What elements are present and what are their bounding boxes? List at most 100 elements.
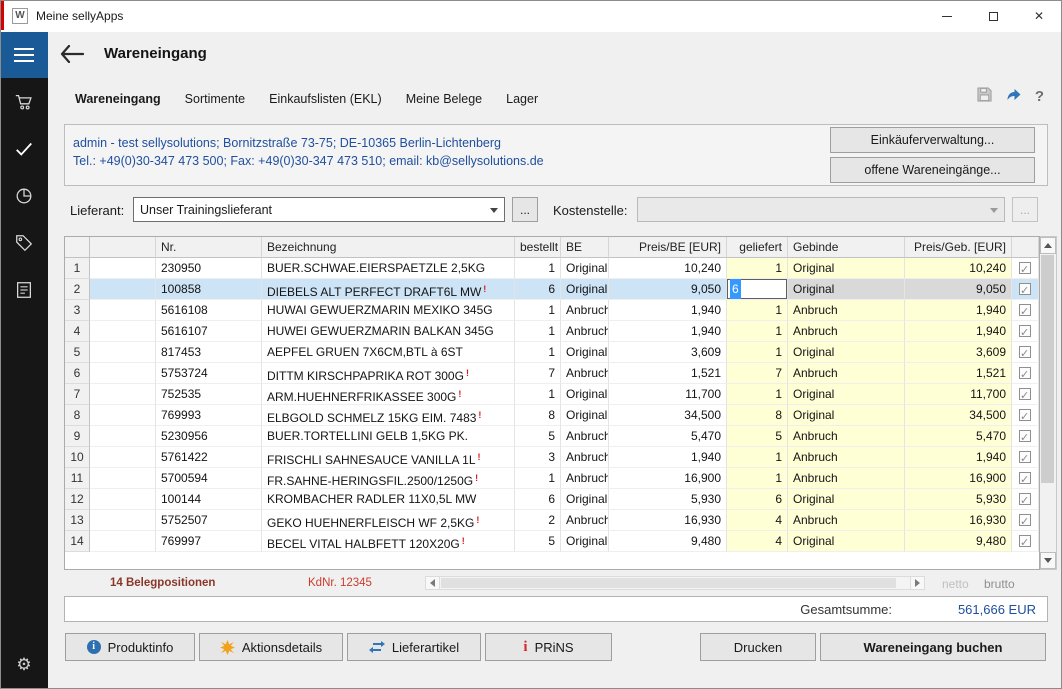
save-button[interactable]	[977, 87, 992, 107]
cell-edit-flag[interactable]	[1012, 363, 1039, 384]
cell-geliefert[interactable]: 8	[727, 405, 788, 426]
cell-gebinde[interactable]: Anbruch	[788, 300, 905, 321]
cell-preis-geb[interactable]: 9,480	[905, 531, 1012, 552]
einkaeuferverwaltung-button[interactable]: Einkäuferverwaltung...	[830, 127, 1035, 153]
table-row[interactable]: 135752507GEKO HUEHNERFLEISCH WF 2,5KG!2A…	[65, 510, 1039, 531]
cell-bestellt[interactable]: 3	[515, 447, 561, 468]
row-edit-checkbox-icon[interactable]	[1019, 283, 1031, 295]
scroll-down-button[interactable]	[1040, 552, 1056, 569]
scroll-right-button[interactable]	[910, 577, 924, 589]
table-row[interactable]: 65753724DITTM KIRSCHPAPRIKA ROT 300G!7An…	[65, 363, 1039, 384]
sidebar-item-statistics[interactable]	[0, 172, 48, 219]
row-edit-checkbox-icon[interactable]	[1019, 346, 1031, 358]
brutto-label[interactable]: brutto	[984, 577, 1015, 591]
cell-preis-be[interactable]: 5,930	[609, 489, 727, 510]
cell-edit-flag[interactable]	[1012, 405, 1039, 426]
cell-nr[interactable]: 5761422	[156, 447, 262, 468]
cell-geliefert[interactable]: 6	[727, 489, 788, 510]
row-edit-checkbox-icon[interactable]	[1019, 367, 1031, 379]
cell-gebinde[interactable]: Original	[788, 279, 905, 300]
cell-bestellt[interactable]: 1	[515, 321, 561, 342]
cell-preis-geb[interactable]: 16,900	[905, 468, 1012, 489]
table-row[interactable]: 95230956BUER.TORTELLINI GELB 1,5KG PK.5A…	[65, 426, 1039, 447]
cell-bestellt[interactable]: 7	[515, 363, 561, 384]
cell-gebinde[interactable]: Anbruch	[788, 363, 905, 384]
cell-bezeichnung[interactable]: HUWAI GEWUERZMARIN MEXIKO 345G	[262, 300, 515, 321]
cell-preis-be[interactable]: 1,521	[609, 363, 727, 384]
cell-edit-flag[interactable]	[1012, 531, 1039, 552]
offene-wareneingaenge-button[interactable]: offene Wareneingänge...	[830, 157, 1035, 183]
cell-geliefert[interactable]: 1	[727, 384, 788, 405]
cell-be[interactable]: Original	[561, 489, 609, 510]
aktionsdetails-button[interactable]: Aktionsdetails	[199, 633, 343, 661]
row-edit-checkbox-icon[interactable]	[1019, 409, 1031, 421]
cell-gebinde[interactable]: Anbruch	[788, 468, 905, 489]
cell-preis-be[interactable]: 1,940	[609, 447, 727, 468]
cell-be[interactable]: Anbruch	[561, 468, 609, 489]
header-bestellt[interactable]: bestellt	[515, 237, 561, 258]
table-row[interactable]: 105761422FRISCHLI SAHNESAUCE VANILLA 1L!…	[65, 447, 1039, 468]
tab-meine-belege[interactable]: Meine Belege	[406, 92, 482, 106]
sidebar-item-wareneingang[interactable]	[0, 125, 48, 172]
cell-be[interactable]: Anbruch	[561, 363, 609, 384]
header-geliefert[interactable]: geliefert	[727, 237, 788, 258]
cell-geliefert[interactable]: 1	[727, 447, 788, 468]
cell-nr[interactable]: 5616108	[156, 300, 262, 321]
cell-be[interactable]: Original	[561, 531, 609, 552]
cell-edit-flag[interactable]	[1012, 426, 1039, 447]
cell-bezeichnung[interactable]: FR.SAHNE-HERINGSFIL.2500/1250G!	[262, 468, 515, 489]
drucken-button[interactable]: Drucken	[700, 633, 816, 661]
header-be[interactable]: BE	[561, 237, 609, 258]
cell-be[interactable]: Anbruch	[561, 510, 609, 531]
cell-preis-geb[interactable]: 1,940	[905, 321, 1012, 342]
cell-preis-be[interactable]: 5,470	[609, 426, 727, 447]
cell-geliefert[interactable]: 6	[727, 279, 788, 300]
header-preis-be[interactable]: Preis/BE [EUR]	[609, 237, 727, 258]
cell-gebinde[interactable]: Anbruch	[788, 447, 905, 468]
cell-be[interactable]: Anbruch	[561, 447, 609, 468]
tab-wareneingang[interactable]: Wareneingang	[75, 92, 161, 106]
cell-edit-flag[interactable]	[1012, 510, 1039, 531]
cell-gebinde[interactable]: Original	[788, 384, 905, 405]
table-row[interactable]: 8769993ELBGOLD SCHMELZ 15KG EIM. 7483!8O…	[65, 405, 1039, 426]
tab-sortimente[interactable]: Sortimente	[185, 92, 245, 106]
cell-nr[interactable]: 769993	[156, 405, 262, 426]
cell-preis-geb[interactable]: 5,470	[905, 426, 1012, 447]
cell-bestellt[interactable]: 1	[515, 384, 561, 405]
cell-bestellt[interactable]: 6	[515, 489, 561, 510]
tab-lager[interactable]: Lager	[506, 92, 538, 106]
sidebar-item-cart[interactable]	[0, 78, 48, 125]
cell-bestellt[interactable]: 1	[515, 468, 561, 489]
table-row[interactable]: 5817453AEPFEL GRUEN 7X6CM,BTL à 6ST1Orig…	[65, 342, 1039, 363]
header-gebinde[interactable]: Gebinde	[788, 237, 905, 258]
cell-be[interactable]: Original	[561, 384, 609, 405]
cell-bestellt[interactable]: 1	[515, 258, 561, 279]
table-row[interactable]: 7752535ARM.HUEHNERFRIKASSEE 300G!1Origin…	[65, 384, 1039, 405]
cell-edit-flag[interactable]	[1012, 342, 1039, 363]
cell-bestellt[interactable]: 6	[515, 279, 561, 300]
cell-preis-geb[interactable]: 1,940	[905, 447, 1012, 468]
back-button[interactable]	[60, 45, 90, 65]
close-button[interactable]: ✕	[1016, 0, 1062, 32]
hamburger-menu-button[interactable]	[0, 32, 48, 78]
cell-geliefert[interactable]: 4	[727, 510, 788, 531]
cell-nr[interactable]: 817453	[156, 342, 262, 363]
table-horizontal-scrollbar[interactable]	[425, 576, 925, 590]
cell-bezeichnung[interactable]: DITTM KIRSCHPAPRIKA ROT 300G!	[262, 363, 515, 384]
row-edit-checkbox-icon[interactable]	[1019, 472, 1031, 484]
cell-gebinde[interactable]: Anbruch	[788, 426, 905, 447]
row-edit-checkbox-icon[interactable]	[1019, 262, 1031, 274]
cell-nr[interactable]: 769997	[156, 531, 262, 552]
cell-nr[interactable]: 5700594	[156, 468, 262, 489]
cell-preis-geb[interactable]: 3,609	[905, 342, 1012, 363]
cell-nr[interactable]: 230950	[156, 258, 262, 279]
cell-nr[interactable]: 5753724	[156, 363, 262, 384]
cell-bezeichnung[interactable]: GEKO HUEHNERFLEISCH WF 2,5KG!	[262, 510, 515, 531]
row-edit-checkbox-icon[interactable]	[1019, 451, 1031, 463]
cell-nr[interactable]: 5616107	[156, 321, 262, 342]
header-bezeichnung[interactable]: Bezeichnung	[262, 237, 515, 258]
cell-preis-geb[interactable]: 34,500	[905, 405, 1012, 426]
maximize-button[interactable]	[970, 0, 1016, 32]
cell-bestellt[interactable]: 5	[515, 426, 561, 447]
cell-nr[interactable]: 100858	[156, 279, 262, 300]
